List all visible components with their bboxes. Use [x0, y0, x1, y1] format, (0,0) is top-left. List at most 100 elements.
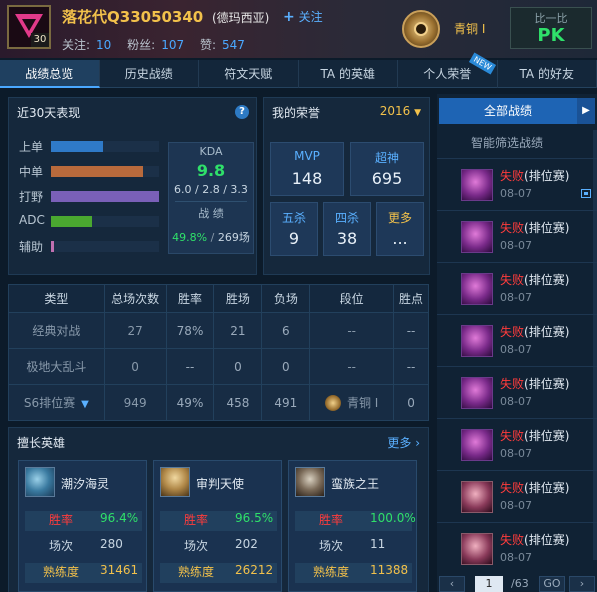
server-name: (德玛西亚) [212, 11, 270, 25]
column-header: 总场次数 [103, 284, 167, 313]
hero-card[interactable]: 蛮族之王 胜率 100.0% 场次 11 熟练度 11388 [288, 460, 417, 592]
role-bar [51, 166, 159, 177]
profile-header: 30 落花代Q33050340 (德玛西亚) + 关注 关注: 10 粉丝: 107… [0, 0, 597, 58]
honor-quadrakill[interactable]: 四杀 38 [323, 202, 371, 256]
games-count: 269场 [217, 231, 250, 244]
role-bar [51, 241, 159, 252]
more-heroes-link[interactable]: 更多 › [387, 434, 420, 451]
column-header: 段位 [309, 284, 395, 313]
kda-title: KDA [199, 145, 223, 158]
pk-button[interactable]: 比一比 PK [510, 7, 592, 49]
list-item[interactable]: 失败(排位赛) 08-07 [437, 158, 597, 210]
champion-portrait [461, 273, 493, 305]
hero-win-rate: 胜率 96.4% [25, 511, 142, 531]
rank-badge-icon [324, 395, 341, 412]
role-bar-fill [51, 141, 103, 152]
champion-portrait [461, 533, 493, 565]
rank-badge-icon [402, 10, 440, 48]
help-icon[interactable]: ? [235, 105, 249, 119]
role-bar-fill [51, 241, 55, 252]
table-row: 极地大乱斗 0 -- 0 0 -- -- [8, 348, 429, 385]
hero-mastery: 熟练度 26212 [160, 563, 277, 583]
all-matches-button[interactable]: 全部战绩 [439, 98, 577, 124]
list-item[interactable]: 失败(排位赛) 08-07 [437, 314, 597, 366]
page-total: /63 [511, 577, 529, 590]
year-select[interactable]: 2016 ▼ [380, 104, 421, 118]
hero-mastery: 熟练度 31461 [25, 563, 142, 583]
pagination: ‹ 1 /63 GO › [437, 576, 597, 592]
column-header: 负场 [261, 284, 311, 313]
list-item[interactable]: 失败(排位赛) 08-07 [437, 262, 597, 314]
smart-filter-link[interactable]: 智能筛选战绩 [437, 134, 577, 151]
column-header: 胜点 [393, 284, 429, 313]
honor-more-button[interactable]: 更多 ... [376, 202, 424, 256]
next-page-button[interactable]: › [569, 576, 595, 592]
hero-name: 蛮族之王 [331, 477, 380, 491]
table-row: 经典对战 27 78% 21 6 -- -- [8, 312, 429, 349]
list-item[interactable]: 失败(排位赛) 08-07 [437, 522, 597, 574]
role-label: 打野 [19, 190, 44, 204]
go-button[interactable]: GO [539, 576, 565, 592]
hero-portrait [25, 467, 55, 497]
champion-portrait [461, 481, 493, 513]
replay-icon[interactable] [581, 189, 591, 198]
tab-runes[interactable]: 符文天赋 [199, 60, 299, 88]
player-level: 30 [31, 33, 49, 47]
follow-button[interactable]: + 关注 [283, 8, 323, 25]
following-count[interactable]: 10 [96, 38, 111, 52]
tab-overview[interactable]: 战绩总览 [0, 60, 100, 88]
social-stats: 关注: 10 粉丝: 107 赞: 547 [62, 38, 245, 52]
chevron-right-icon[interactable]: ▶ [577, 98, 595, 124]
hero-games: 场次 280 [49, 537, 123, 553]
role-bar [51, 216, 159, 227]
plus-icon: + [283, 9, 295, 25]
hero-card[interactable]: 潮汐海灵 胜率 96.4% 场次 280 熟练度 31461 [18, 460, 147, 592]
chevron-down-icon: ▼ [81, 399, 89, 410]
role-label: ADC [19, 213, 45, 227]
tab-friends[interactable]: TA 的好友 [498, 60, 597, 88]
list-item[interactable]: 失败(排位赛) 08-07 [437, 470, 597, 522]
pk-label: PK [537, 25, 565, 46]
tab-heroes[interactable]: TA 的英雄 [299, 60, 398, 88]
champion-portrait [461, 169, 493, 201]
kda-value: 9.8 [196, 161, 226, 180]
page-input[interactable]: 1 [475, 576, 503, 592]
compare-label: 比一比 [534, 12, 568, 25]
column-header: 类型 [8, 284, 105, 313]
chevron-right-icon: › [411, 436, 420, 450]
caret-down-icon: ▼ [414, 108, 421, 118]
role-bar-fill [51, 166, 143, 177]
hero-games: 场次 11 [319, 537, 386, 553]
mode-stats-table: 类型 总场次数 胜率 胜场 负场 段位 胜点 经典对战 27 78% 21 6 … [8, 284, 429, 421]
role-label: 辅助 [19, 240, 44, 254]
heroes-title: 擅长英雄 [17, 436, 66, 450]
player-avatar[interactable]: 30 [7, 5, 51, 49]
role-bar [51, 141, 159, 152]
tab-history[interactable]: 历史战绩 [100, 60, 199, 88]
honor-pentakill[interactable]: 五杀 9 [270, 202, 318, 256]
hero-card[interactable]: 审判天使 胜率 96.5% 场次 202 熟练度 26212 [153, 460, 282, 592]
role-bar-fill [51, 216, 93, 227]
champion-portrait [461, 325, 493, 357]
tab-honor[interactable]: 个人荣誉 NEW [398, 52, 498, 88]
hero-portrait [295, 467, 325, 497]
hero-name: 审判天使 [196, 477, 245, 491]
column-header: 胜场 [213, 284, 263, 313]
role-label: 中单 [19, 165, 44, 179]
hero-win-rate: 胜率 100.0% [295, 511, 416, 531]
prev-page-button[interactable]: ‹ [439, 576, 465, 592]
list-item[interactable]: 失败(排位赛) 08-07 [437, 366, 597, 418]
main-tabs: 战绩总览 历史战绩 符文天赋 TA 的英雄 个人荣誉 NEW TA 的好友 [0, 52, 597, 88]
honor-mvp[interactable]: MVP 148 [270, 142, 344, 196]
hero-portrait [160, 467, 190, 497]
followers-count[interactable]: 107 [161, 38, 184, 52]
list-item[interactable]: 失败(排位赛) 08-07 [437, 418, 597, 470]
list-item[interactable]: 失败(排位赛) 08-07 [437, 210, 597, 262]
season-select[interactable]: S6排位赛 ▼ [8, 384, 105, 421]
kda-box: KDA 9.8 6.0 / 2.8 / 3.3 战 绩 49.8% / 269场 [168, 142, 254, 254]
hero-mastery: 熟练度 11388 [295, 563, 412, 583]
column-header: 胜率 [165, 284, 215, 313]
honor-legendary[interactable]: 超神 695 [350, 142, 424, 196]
champion-portrait [461, 221, 493, 253]
hero-name: 潮汐海灵 [61, 477, 110, 491]
